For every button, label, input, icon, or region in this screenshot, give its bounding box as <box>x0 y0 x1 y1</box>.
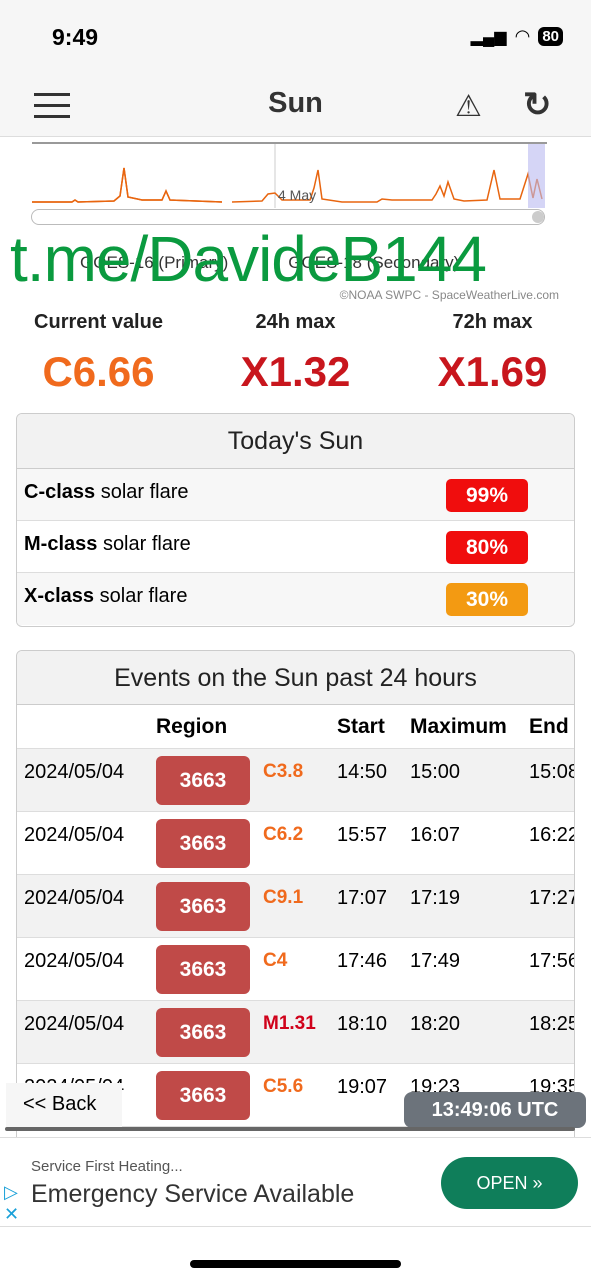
panel-title: Events on the Sun past 24 hours <box>17 651 574 705</box>
event-date: 2024/05/04 <box>24 761 125 783</box>
flare-class: C9.1 <box>263 887 304 908</box>
home-indicator <box>190 1260 401 1268</box>
signal-icon: ▂▄▆ <box>470 28 507 46</box>
max-time: 17:19 <box>410 887 461 909</box>
warning-icon[interactable]: ⚠ <box>455 89 482 124</box>
max-time: 15:00 <box>410 761 461 783</box>
back-button[interactable]: << Back <box>6 1083 122 1127</box>
region-badge[interactable]: 3663 <box>156 945 250 994</box>
events-table-header: Region Start Maximum End <box>17 705 574 749</box>
flare-class: C5.6 <box>263 1076 304 1097</box>
region-badge[interactable]: 3663 <box>156 756 250 805</box>
table-row: 2024/05/04 3663 C4 17:46 17:49 17:56 <box>17 938 574 1001</box>
start-time: 19:07 <box>337 1076 388 1098</box>
stat-24h-max: 24h max X1.32 <box>240 311 351 395</box>
region-badge[interactable]: 3663 <box>156 1071 250 1120</box>
end-time: 15:08 <box>529 761 575 783</box>
end-time: 17:27 <box>529 887 575 909</box>
end-time: 17:56 <box>529 950 575 972</box>
flare-row-m: M-class solar flare 80% <box>17 521 574 573</box>
start-time: 18:10 <box>337 1013 388 1035</box>
horizontal-scrollbar[interactable] <box>5 1127 575 1131</box>
flare-class: C3.8 <box>263 761 304 782</box>
panel-title: Today's Sun <box>17 414 574 469</box>
region-badge[interactable]: 3663 <box>156 882 250 931</box>
close-ad-icon[interactable]: ✕ <box>4 1204 19 1225</box>
wifi-icon: ◠ <box>514 26 531 46</box>
region-badge[interactable]: 3663 <box>156 819 250 868</box>
event-date: 2024/05/04 <box>24 950 125 972</box>
refresh-icon[interactable]: ↻ <box>523 85 552 125</box>
probability-badge: 99% <box>446 479 528 512</box>
table-row: 2024/05/04 3663 C6.2 15:57 16:07 16:22 <box>17 812 574 875</box>
battery-icon: 80 <box>538 27 563 46</box>
table-row: 2024/05/04 3663 C9.1 17:07 17:19 17:27 <box>17 875 574 938</box>
ad-sponsor: Service First Heating... <box>31 1158 183 1175</box>
stat-72h-max: 72h max X1.69 <box>437 311 548 395</box>
max-time: 18:20 <box>410 1013 461 1035</box>
todays-sun-panel: Today's Sun C-class solar flare 99% M-cla… <box>16 413 575 627</box>
stat-current: Current value C6.66 <box>34 311 163 395</box>
end-time: 18:25 <box>529 1013 575 1035</box>
flare-class: M1.31 <box>263 1013 316 1034</box>
app-header: Sun ⚠ ↻ <box>0 75 591 137</box>
page-title: Sun <box>268 87 323 119</box>
flux-line: 4 May <box>32 144 545 208</box>
end-time: 16:22 <box>529 824 575 846</box>
start-time: 15:57 <box>337 824 388 846</box>
max-time: 17:49 <box>410 950 461 972</box>
probability-badge: 80% <box>446 531 528 564</box>
watermark: t.me/DavideB144 <box>10 223 487 295</box>
start-time: 14:50 <box>337 761 388 783</box>
flare-row-x: X-class solar flare 30% <box>17 573 574 625</box>
flare-class: C6.2 <box>263 824 304 845</box>
status-bar: 9:49 ▂▄▆ ◠ 80 <box>0 0 591 75</box>
event-date: 2024/05/04 <box>24 1013 125 1035</box>
xray-flux-chart[interactable]: 4 May <box>32 142 547 208</box>
ad-open-button[interactable]: OPEN » <box>441 1157 578 1209</box>
flare-row-c: C-class solar flare 99% <box>17 469 574 521</box>
flare-class: C4 <box>263 950 288 971</box>
start-time: 17:46 <box>337 950 388 972</box>
event-date: 2024/05/04 <box>24 887 125 909</box>
probability-badge: 30% <box>446 583 528 616</box>
adchoices-icon[interactable]: ▷ <box>4 1182 18 1203</box>
event-date: 2024/05/04 <box>24 824 125 846</box>
start-time: 17:07 <box>337 887 388 909</box>
clock: 9:49 <box>52 24 99 50</box>
events-panel: Events on the Sun past 24 hours Region S… <box>16 650 575 1150</box>
region-badge[interactable]: 3663 <box>156 1008 250 1057</box>
ad-headline: Emergency Service Available <box>31 1180 355 1208</box>
max-time: 16:07 <box>410 824 461 846</box>
utc-clock: 13:49:06 UTC <box>404 1092 586 1128</box>
date-label: 4 May <box>278 187 316 203</box>
ad-banner[interactable]: ▷ ✕ Service First Heating... Emergency S… <box>0 1137 591 1227</box>
table-row: 2024/05/04 3663 M1.31 18:10 18:20 18:25 <box>17 1001 574 1064</box>
table-row: 2024/05/04 3663 C3.8 14:50 15:00 15:08 <box>17 749 574 812</box>
